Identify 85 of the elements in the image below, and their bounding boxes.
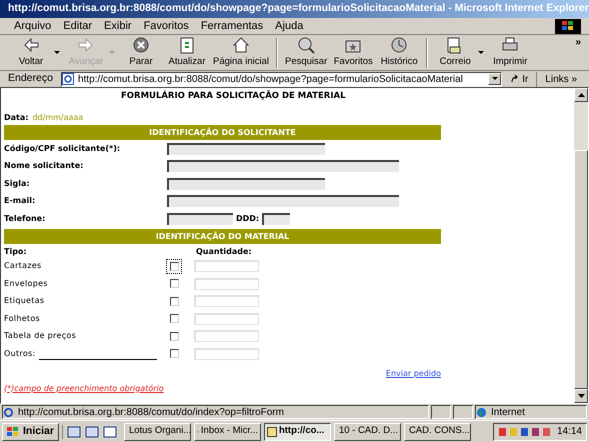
menu-item[interactable]: Editar bbox=[63, 18, 92, 34]
dropdown-icon[interactable] bbox=[54, 50, 60, 54]
quantity-field[interactable] bbox=[194, 348, 259, 360]
toolbar-button[interactable]: Parar bbox=[118, 35, 164, 70]
browser-icon[interactable] bbox=[102, 424, 117, 438]
history-icon bbox=[389, 35, 410, 56]
go-button[interactable]: Ir bbox=[506, 72, 532, 86]
material-label: Folhetos bbox=[4, 312, 40, 325]
toolbar-button[interactable]: Voltar bbox=[8, 35, 63, 70]
stop-icon bbox=[131, 35, 151, 56]
taskbar-button[interactable]: CAD. CONS... bbox=[404, 422, 471, 440]
text-field[interactable] bbox=[167, 160, 399, 172]
quantity-field[interactable] bbox=[194, 312, 259, 325]
field-label: Telefone: bbox=[4, 212, 46, 225]
window-title: http://comut.brisa.org.br:8088/comut/do/showpage?page=formularioSolicitacaoMaterial - Microsoft Internet Explorer bbox=[8, 1, 589, 16]
material-label: Tabela de preços bbox=[4, 330, 76, 342]
dropdown-icon[interactable] bbox=[478, 50, 484, 54]
column-label: Tipo: bbox=[4, 246, 28, 258]
address-field[interactable]: http://comut.brisa.org.br:8088/comut/do/showpage?page=formularioSolicitacaoMaterial bbox=[60, 72, 502, 86]
zone-indicator: Internet bbox=[475, 405, 587, 419]
menu-item[interactable]: Exibir bbox=[104, 18, 132, 34]
globe-icon bbox=[476, 406, 487, 418]
quantity-field[interactable] bbox=[194, 278, 259, 290]
checkbox[interactable] bbox=[170, 349, 178, 358]
up-arrow-icon[interactable] bbox=[578, 93, 584, 97]
caret-icon bbox=[492, 77, 498, 81]
toolbar-button[interactable]: Imprimir bbox=[487, 35, 534, 70]
taskbar-button[interactable]: Inbox - Micr... bbox=[194, 422, 261, 440]
taskbar-button[interactable]: http://co... bbox=[264, 422, 331, 440]
text-field[interactable] bbox=[167, 212, 233, 225]
home-icon bbox=[230, 35, 251, 56]
required-note-link[interactable]: (*)campo de preenchimento obrigatório bbox=[4, 384, 164, 392]
toolbar-button[interactable]: Pesquisar bbox=[282, 35, 330, 70]
arrow-icon bbox=[510, 74, 520, 84]
taskbar-button[interactable]: 10 - CAD. D... bbox=[334, 422, 401, 440]
text-field[interactable] bbox=[262, 212, 290, 225]
menu-item[interactable]: Arquivo bbox=[14, 18, 52, 34]
scrollbar[interactable] bbox=[574, 88, 588, 403]
quantity-field[interactable] bbox=[194, 295, 259, 308]
search-icon bbox=[296, 35, 316, 56]
checkbox[interactable] bbox=[170, 314, 178, 324]
field-label: Código/CPF solicitante(*): bbox=[4, 142, 122, 155]
text-field[interactable] bbox=[167, 178, 325, 190]
checkbox[interactable] bbox=[170, 296, 178, 306]
field-label: Sigla: bbox=[4, 178, 31, 190]
form-title: FORMULÁRIO PARA SOLICITAÇÃO DE MATERIAL bbox=[120, 89, 346, 102]
submit-link[interactable]: Enviar pedido bbox=[386, 368, 441, 380]
section-header: IDENTIFICAÇÃO DO SOLICITANTE bbox=[4, 125, 441, 140]
down-arrow-icon[interactable] bbox=[578, 394, 584, 398]
address-label: Endereço bbox=[7, 71, 54, 86]
quantity-field[interactable] bbox=[194, 330, 259, 342]
material-label: Cartazes bbox=[4, 260, 42, 272]
date-value: dd/mm/aaaa bbox=[32, 112, 84, 124]
date-label: Data: bbox=[4, 112, 28, 124]
menu-item[interactable]: Favoritos bbox=[144, 18, 189, 34]
page-icon bbox=[3, 406, 14, 418]
field-label: DDD: bbox=[236, 212, 260, 225]
column-label: Quantidade: bbox=[196, 246, 252, 258]
toolbar-button[interactable]: Correio bbox=[432, 35, 488, 70]
status-text: http://comut.brisa.org.br:8088/comut/do/index?op=filtroForm bbox=[2, 405, 429, 419]
checkbox[interactable] bbox=[170, 279, 178, 288]
checkbox[interactable] bbox=[170, 262, 178, 271]
toolbar-button[interactable]: Histórico bbox=[376, 35, 422, 70]
clock: 14:14 bbox=[556, 425, 582, 439]
windows-logo bbox=[555, 18, 581, 34]
toolbar-button[interactable]: Favoritos bbox=[330, 35, 376, 70]
checkbox[interactable] bbox=[170, 332, 178, 341]
quantity-field[interactable] bbox=[194, 260, 259, 272]
menu-item[interactable]: Ferramentas bbox=[200, 18, 264, 34]
section-header: IDENTIFICAÇÃO DO MATERIAL bbox=[4, 228, 441, 244]
text-field[interactable] bbox=[167, 195, 399, 208]
menu-item[interactable]: Ajuda bbox=[275, 18, 304, 34]
toolbar-button[interactable]: Atualizar bbox=[164, 35, 210, 70]
start-button[interactable]: Iniciar bbox=[2, 422, 59, 440]
field-label: Nome solicitante: bbox=[4, 160, 84, 172]
material-label: Etiquetas bbox=[4, 295, 44, 308]
field-label: E-mail: bbox=[4, 195, 36, 208]
toolbar-button[interactable]: Página inicial bbox=[210, 35, 272, 70]
more-button[interactable]: » bbox=[575, 35, 581, 50]
material-label: Envelopes bbox=[4, 278, 48, 290]
text-field[interactable] bbox=[167, 142, 325, 155]
windows-logo bbox=[7, 426, 19, 436]
page-icon bbox=[62, 73, 74, 85]
material-label: Outros: bbox=[4, 348, 36, 360]
dropdown-button[interactable] bbox=[488, 73, 502, 85]
